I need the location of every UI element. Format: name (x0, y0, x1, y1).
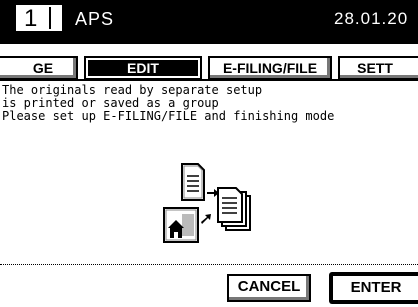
tab-setting-label: SETT (357, 60, 393, 76)
title-bar: 1 APS 28.01.20 (0, 0, 418, 44)
tab-setting[interactable]: SETT (338, 56, 418, 80)
photo-document-icon (163, 207, 199, 243)
footer-divider (0, 264, 418, 265)
stacked-documents-icon (217, 187, 251, 231)
copy-count-box: 1 (15, 4, 63, 32)
tab-edit-label: EDIT (127, 60, 159, 76)
arrow-down-right-icon (201, 214, 211, 224)
tab-e-filing-file-label: E-FILING/FILE (222, 60, 318, 76)
date-display: 28.01.20 (334, 9, 409, 28)
tab-image[interactable]: GE (0, 56, 78, 80)
message-line-2: is printed or saved as a group (2, 96, 219, 110)
cancel-button-label: CANCEL (237, 278, 301, 295)
tab-image-label: GE (32, 60, 54, 76)
message-line-1: The originals read by separate setup (2, 83, 263, 97)
tab-divider (0, 79, 418, 81)
tab-edit[interactable]: EDIT (84, 56, 202, 80)
copy-count-cursor (49, 7, 61, 29)
message-line-3: Please set up E-FILING/FILE and finishin… (2, 109, 335, 123)
batch-process-illustration (163, 163, 251, 243)
enter-button[interactable]: ENTER (330, 273, 418, 303)
cancel-button[interactable]: CANCEL (227, 274, 311, 302)
tab-e-filing-file[interactable]: E-FILING/FILE (208, 56, 332, 80)
copy-count: 1 (24, 5, 38, 32)
enter-button-label: ENTER (350, 279, 402, 296)
instruction-message: The originals read by separate setup is … (2, 84, 334, 123)
tab-bar: GE EDIT E-FILING/FILE SETT (0, 56, 418, 80)
paper-mode: APS (75, 9, 115, 29)
document-icon (181, 163, 205, 201)
